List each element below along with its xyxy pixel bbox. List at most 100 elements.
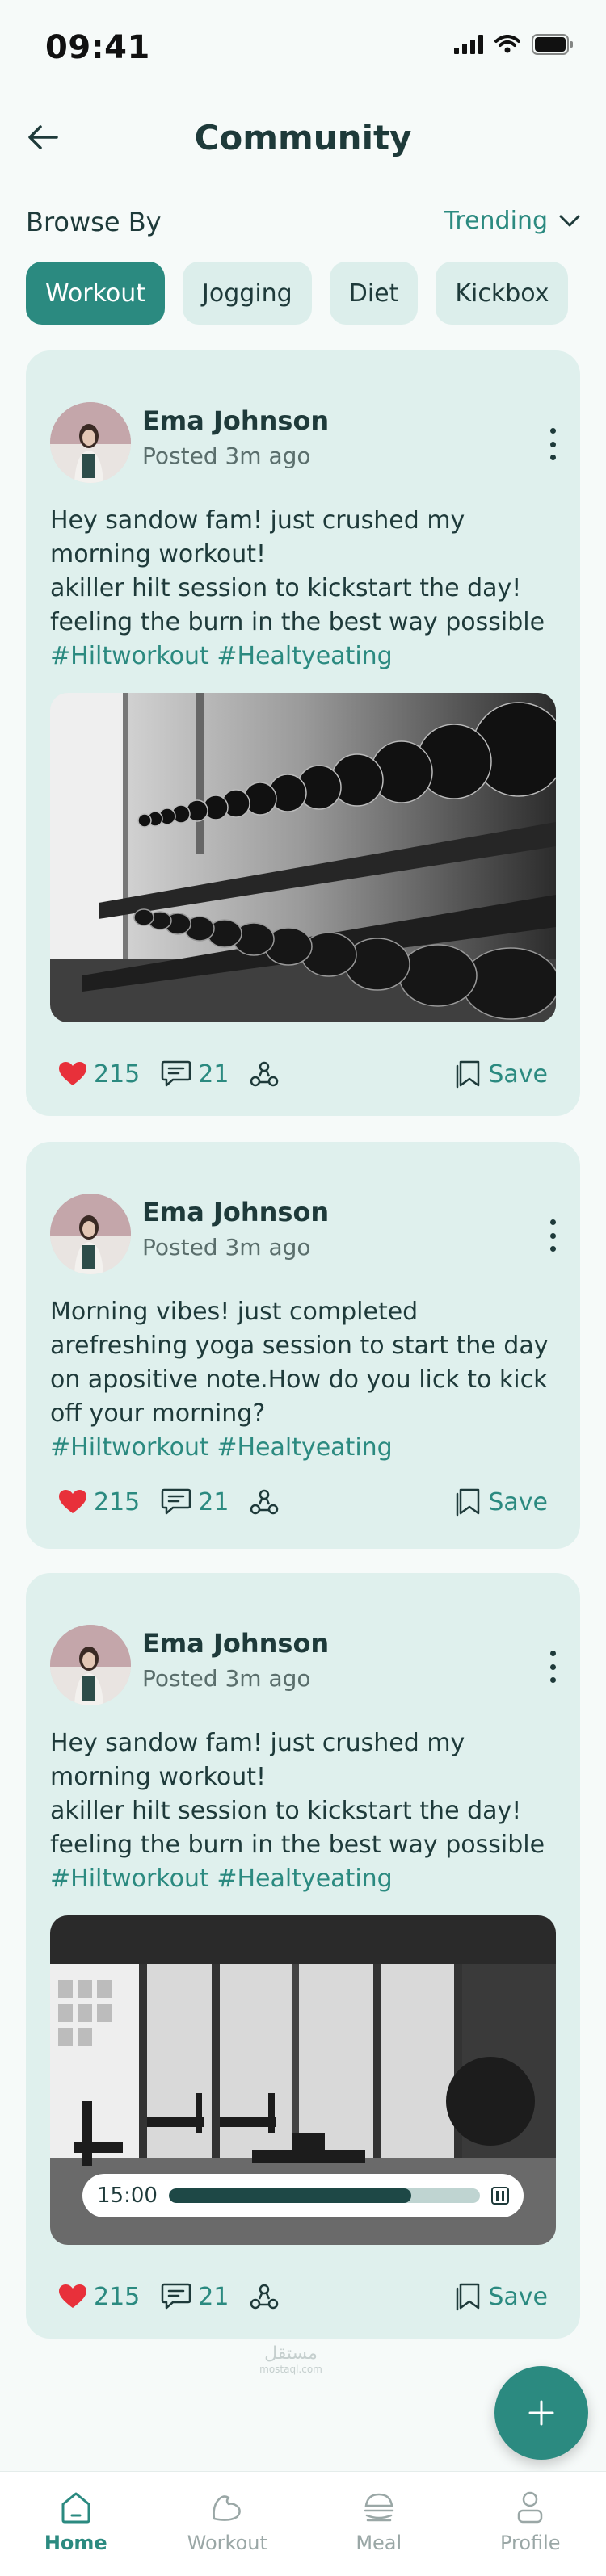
comment-icon <box>162 1060 191 1087</box>
home-icon <box>61 2492 90 2524</box>
comment-count: 21 <box>198 1059 229 1089</box>
post-line: akiller hilt session to kickstart the da… <box>50 1797 522 1825</box>
add-post-button[interactable] <box>494 2366 588 2460</box>
signal-icon <box>454 35 483 54</box>
category-chips: Workout Jogging Diet Kickbox <box>26 262 569 325</box>
comment-button[interactable]: 21 <box>161 2282 229 2311</box>
heart-icon <box>59 2284 86 2308</box>
share-button[interactable] <box>250 1060 279 1088</box>
post-line: Hey sandow fam! just crushed my <box>50 506 465 535</box>
like-button[interactable]: 215 <box>58 1488 140 1517</box>
post-line: off your morning? <box>50 1399 266 1428</box>
post-line: feeling the burn in the best way possibl… <box>50 608 545 636</box>
like-button[interactable]: 215 <box>58 2283 140 2311</box>
bookmark-icon <box>457 2283 480 2311</box>
nav-meal[interactable]: Meal <box>303 2472 455 2576</box>
save-button[interactable]: Save <box>452 1059 548 1089</box>
comment-count: 21 <box>198 1487 229 1517</box>
pause-icon[interactable] <box>491 2187 509 2205</box>
post-line: arefreshing yoga session to start the da… <box>50 1332 549 1360</box>
nav-profile[interactable]: Profile <box>455 2472 606 2576</box>
battery-icon <box>532 34 573 55</box>
post-card: Ema Johnson Posted 3m ago Hey sandow fam… <box>26 350 580 1116</box>
save-label: Save <box>488 2282 548 2311</box>
wifi-icon <box>494 35 520 53</box>
post-line: feeling the burn in the best way possibl… <box>50 1831 545 1859</box>
post-video-gym[interactable]: 15:00 <box>50 1915 556 2245</box>
post-actions: 215 21 Save <box>58 2277 548 2316</box>
like-count: 215 <box>94 2282 141 2311</box>
post-text: Hey sandow fam! just crushed my morning … <box>50 1726 556 1896</box>
chevron-down-icon <box>559 215 580 226</box>
status-bar: 09:41 <box>0 0 606 89</box>
video-progress-fill <box>168 2188 412 2203</box>
status-icons <box>454 34 574 55</box>
more-options-icon[interactable] <box>546 428 559 460</box>
chip-kickbox[interactable]: Kickbox <box>436 262 569 325</box>
post-line: morning workout! <box>50 1763 267 1791</box>
post-text: Morning vibes! just completed arefreshin… <box>50 1295 556 1465</box>
post-time: Posted 3m ago <box>142 1665 311 1692</box>
chip-jogging[interactable]: Jogging <box>183 262 312 325</box>
comment-button[interactable]: 21 <box>161 1487 229 1517</box>
status-time: 09:41 <box>45 29 150 66</box>
bookmark-icon <box>457 1060 480 1089</box>
post-image-dumbbells[interactable] <box>50 693 556 1022</box>
post-actions: 215 21 Save <box>58 1055 548 1093</box>
chip-diet[interactable]: Diet <box>329 262 419 325</box>
post-line: akiller hilt session to kickstart the da… <box>50 574 522 602</box>
author-name[interactable]: Ema Johnson <box>142 1197 329 1227</box>
bookmark-icon <box>457 1488 480 1517</box>
share-button[interactable] <box>250 2283 279 2310</box>
like-button[interactable]: 215 <box>58 1060 140 1089</box>
nav-workout[interactable]: Workout <box>152 2472 304 2576</box>
comment-count: 21 <box>198 2282 229 2311</box>
workout-icon <box>213 2495 242 2521</box>
like-count: 215 <box>94 1487 141 1517</box>
comment-button[interactable]: 21 <box>161 1059 229 1089</box>
watermark-logo: مستقل mostaql.com <box>242 2343 339 2375</box>
post-tags[interactable]: #Hiltworkout #Healtyeating <box>50 640 556 673</box>
watermark-sub: mostaql.com <box>259 2364 322 2375</box>
avatar[interactable] <box>50 1194 131 1274</box>
nav-label: Profile <box>499 2532 561 2554</box>
author-name[interactable]: Ema Johnson <box>142 405 329 436</box>
post-card: Ema Johnson Posted 3m ago Morning vibes!… <box>26 1142 580 1549</box>
video-progress-bar[interactable] <box>168 2188 480 2203</box>
post-tags[interactable]: #Hiltworkout #Healtyeating <box>50 1431 556 1465</box>
save-button[interactable]: Save <box>452 1487 548 1517</box>
nav-home[interactable]: Home <box>0 2472 152 2576</box>
post-text: Hey sandow fam! just crushed my morning … <box>50 504 556 673</box>
chip-workout[interactable]: Workout <box>26 262 166 325</box>
avatar[interactable] <box>50 402 131 483</box>
video-time: 15:00 <box>97 2184 158 2208</box>
sort-dropdown[interactable]: Trending <box>444 207 581 235</box>
browse-row: Browse By Trending <box>26 202 580 245</box>
meal-icon <box>364 2493 393 2522</box>
post-tags[interactable]: #Hiltworkout #Healtyeating <box>50 1862 556 1896</box>
video-controls: 15:00 <box>82 2174 524 2217</box>
save-button[interactable]: Save <box>452 2282 548 2311</box>
comment-icon <box>162 2283 191 2310</box>
more-options-icon[interactable] <box>546 1651 559 1683</box>
more-options-icon[interactable] <box>546 1219 559 1252</box>
header: Community <box>0 105 606 170</box>
avatar[interactable] <box>50 1625 131 1705</box>
nav-label: Workout <box>187 2532 267 2554</box>
like-count: 215 <box>94 1059 141 1089</box>
nav-label: Home <box>44 2532 107 2554</box>
save-label: Save <box>488 1059 548 1089</box>
post-line: Morning vibes! just completed <box>50 1298 419 1326</box>
author-name[interactable]: Ema Johnson <box>142 1628 329 1659</box>
browse-label: Browse By <box>26 207 162 237</box>
share-icon <box>250 1061 279 1087</box>
nav-label: Meal <box>356 2532 402 2554</box>
page-title: Community <box>194 118 412 157</box>
post-time: Posted 3m ago <box>142 443 311 469</box>
save-label: Save <box>488 1487 548 1517</box>
comment-icon <box>162 1488 191 1515</box>
share-button[interactable] <box>250 1488 279 1516</box>
share-icon <box>250 2284 279 2310</box>
sort-value: Trending <box>444 207 549 235</box>
post-line: morning workout! <box>50 540 267 568</box>
